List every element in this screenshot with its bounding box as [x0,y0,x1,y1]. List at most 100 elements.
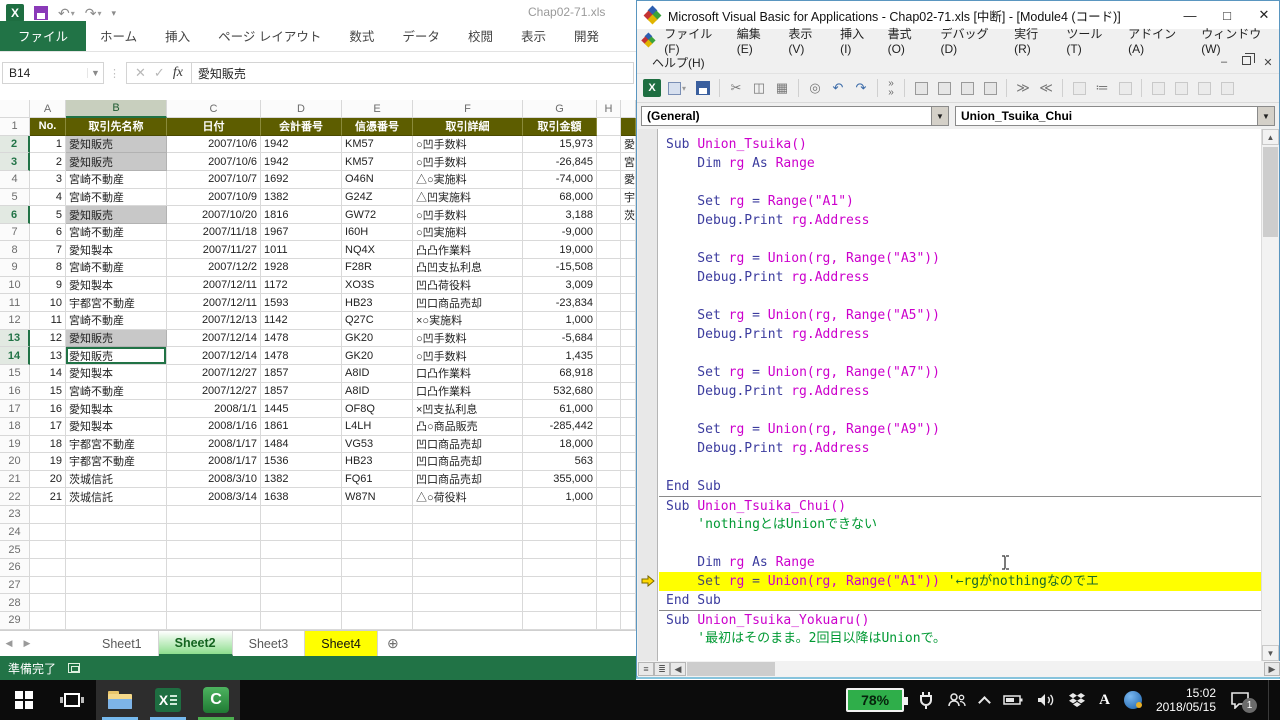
cell-partial[interactable] [621,506,636,524]
cell[interactable] [597,383,621,401]
cell[interactable]: ○凹手数料 [413,153,523,171]
cell[interactable]: -5,684 [523,330,597,348]
header-cell[interactable]: 会計番号 [261,118,342,136]
code-line[interactable]: Debug.Print rg.Address [659,382,1261,401]
cell[interactable]: KM57 [342,136,413,154]
cell-partial[interactable] [621,241,636,259]
cell[interactable]: F28R [342,259,413,277]
cell[interactable]: 8 [30,259,66,277]
cell[interactable]: NQ4X [342,241,413,259]
cell[interactable] [597,471,621,489]
cell[interactable] [597,559,621,577]
cell[interactable]: 2007/12/11 [167,277,261,295]
cell[interactable]: 愛知販売 [66,206,167,224]
people-icon[interactable] [948,693,966,707]
cell[interactable]: 1 [30,136,66,154]
cell[interactable]: A8ID [342,365,413,383]
cell[interactable]: 2007/12/14 [167,330,261,348]
cell[interactable]: 宇都宮不動産 [66,294,167,312]
code-line[interactable]: Dim rg As Range [659,154,1261,173]
cell[interactable]: 愛知販売 [66,136,167,154]
menu-ウィンドウ[interactable]: ウィンドウ(W) [1194,23,1279,58]
cell[interactable] [342,541,413,559]
code-line[interactable] [659,534,1261,553]
cell[interactable]: O46N [342,171,413,189]
code-line[interactable]: '最初はそのまま。2回目以降はUnionで。 [659,629,1261,648]
cell[interactable]: 2007/12/13 [167,312,261,330]
cell[interactable]: 3,188 [523,206,597,224]
cell[interactable] [66,506,167,524]
cell[interactable]: XO3S [342,277,413,295]
cell-partial[interactable] [621,559,636,577]
cell[interactable] [597,418,621,436]
cell[interactable]: 愛知製本 [66,400,167,418]
cell-partial[interactable]: 宮 [621,153,636,171]
cell[interactable] [597,312,621,330]
cell[interactable] [523,612,597,630]
code-margin[interactable] [638,129,658,661]
cell-partial[interactable] [621,488,636,506]
code-line[interactable] [659,458,1261,477]
cell[interactable]: 1857 [261,365,342,383]
copy-icon[interactable]: ◫ [749,78,769,98]
cell-partial[interactable]: 茨 [621,206,636,224]
complete-word-icon[interactable] [980,78,1000,98]
code-line[interactable] [659,401,1261,420]
row-header-3[interactable]: 3 [0,153,30,171]
cell-partial[interactable] [621,612,636,630]
cell[interactable]: 1172 [261,277,342,295]
cell[interactable] [597,153,621,171]
cell[interactable]: I60H [342,224,413,242]
cell[interactable]: -26,845 [523,153,597,171]
cell[interactable] [342,612,413,630]
cell[interactable] [597,347,621,365]
task-view-icon[interactable] [48,680,96,720]
cell[interactable]: 1928 [261,259,342,277]
cell[interactable]: 凹凸荷役料 [413,277,523,295]
code-line[interactable]: Set rg = Union(rg, Range("A9")) [659,420,1261,439]
cell[interactable]: 1,000 [523,312,597,330]
cell[interactable]: 凹口商品売却 [413,471,523,489]
cell[interactable]: 1011 [261,241,342,259]
cell[interactable]: 愛知製本 [66,418,167,436]
cell[interactable]: 2007/10/9 [167,189,261,207]
cell[interactable]: 凹口商品売却 [413,294,523,312]
design-mode-icon[interactable] [1148,78,1168,98]
header-cell[interactable]: 信憑番号 [342,118,413,136]
cell[interactable] [597,118,621,136]
row-header-26[interactable]: 26 [0,559,30,577]
cell[interactable] [167,524,261,542]
cell[interactable] [523,577,597,595]
object-combobox[interactable]: (General) ▼ [641,106,949,126]
battery-tray-icon[interactable] [1003,694,1023,706]
cell[interactable]: 愛知販売 [66,330,167,348]
sheet-nav-right-icon[interactable]: ▶ [18,631,36,656]
cell[interactable]: 2008/1/16 [167,418,261,436]
name-box[interactable]: B14 ▼ [2,62,104,84]
cell[interactable]: 10 [30,294,66,312]
code-line[interactable]: Debug.Print rg.Address [659,325,1261,344]
cell[interactable]: HB23 [342,453,413,471]
overflow-icon[interactable]: »» [884,79,898,97]
cell[interactable] [523,559,597,577]
scroll-up-icon[interactable]: ▲ [1262,129,1279,145]
row-header-21[interactable]: 21 [0,471,30,489]
cell[interactable] [413,577,523,595]
code-line[interactable]: Set rg = Union(rg, Range("A5")) [659,306,1261,325]
menu-実行[interactable]: 実行(R) [1007,23,1057,58]
cell[interactable] [523,541,597,559]
cell[interactable]: 6 [30,224,66,242]
menu-デバッグ[interactable]: デバッグ(D) [933,23,1005,58]
scroll-right-icon[interactable]: ▶ [1264,662,1280,676]
procedure-combobox[interactable]: Union_Tsuika_Chui ▼ [955,106,1275,126]
cell[interactable] [597,171,621,189]
cell[interactable]: 愛知製本 [66,365,167,383]
dropbox-icon[interactable] [1069,693,1085,707]
start-icon[interactable] [0,680,48,720]
ribbon-tab-6[interactable]: 校閲 [454,21,507,51]
cell[interactable] [413,506,523,524]
cell[interactable]: ○凹手数料 [413,347,523,365]
cell[interactable]: 2008/3/14 [167,488,261,506]
cell[interactable]: 1536 [261,453,342,471]
cell-partial[interactable]: 宇 [621,189,636,207]
